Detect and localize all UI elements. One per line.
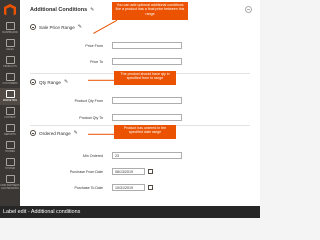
megaphone-icon	[5, 90, 15, 98]
bar-chart-icon	[5, 124, 15, 132]
magento-logo-icon[interactable]	[4, 4, 16, 16]
qty-from-input[interactable]	[112, 97, 182, 104]
user-icon	[5, 73, 15, 81]
gear-icon	[5, 158, 15, 166]
price-to-input[interactable]	[112, 58, 182, 65]
min-ordered-label: Min Ordered	[83, 154, 103, 158]
sidebar-item-customers[interactable]: CUSTOMERS	[0, 71, 20, 88]
dashboard-icon	[5, 22, 15, 30]
min-ordered-input[interactable]: 23	[112, 152, 182, 159]
purchase-to-date-input[interactable]: 10/31/2019	[112, 184, 145, 191]
pencil-icon[interactable]: ✎	[64, 79, 68, 85]
panel-title-text: Additional Conditions	[30, 7, 88, 13]
calendar-icon[interactable]	[148, 185, 153, 190]
sidebar-item-products[interactable]: PRODUCTS	[0, 54, 20, 71]
sidebar-item-reports[interactable]: REPORTS	[0, 122, 20, 139]
sidebar-item-label: PRODUCTS	[3, 65, 17, 68]
tooltip-pointer	[88, 134, 114, 135]
qty-to-input[interactable]	[112, 114, 182, 121]
sale-price-tooltip: You can add optional additional conditio…	[112, 2, 188, 20]
price-to-label: Price To	[90, 60, 103, 64]
qty-from-label: Product Qty From	[74, 99, 103, 103]
box-icon	[5, 56, 15, 64]
sidebar-item-content[interactable]: CONTENT	[0, 105, 20, 122]
sidebar-item-partners[interactable]: FIND PARTNERS & EXTENSIONS	[0, 173, 20, 195]
section-title: Ordered Range	[39, 130, 71, 136]
sidebar-item-label: DASHBOARD	[2, 31, 18, 34]
pencil-icon[interactable]: ✎	[74, 130, 78, 136]
sidebar-item-stores[interactable]: STORES	[0, 139, 20, 156]
sidebar-item-label: REPORTS	[4, 133, 16, 136]
collapse-section-icon[interactable]	[30, 79, 36, 85]
purchase-to-label: Purchase To Date	[74, 186, 103, 190]
sidebar-item-system[interactable]: SYSTEM	[0, 156, 20, 173]
collapse-icon[interactable]	[245, 6, 252, 13]
tooltip-pointer	[93, 20, 118, 34]
section-title: Qty Range	[39, 79, 61, 85]
sidebar-item-label: MARKETING	[2, 99, 18, 102]
price-from-input[interactable]	[112, 42, 182, 49]
caption-bar: Label edit - Additional conditions	[0, 206, 260, 218]
sidebar-item-label: SALES	[6, 48, 14, 51]
collapse-section-icon[interactable]	[30, 24, 36, 30]
store-icon	[5, 141, 15, 149]
admin-sidebar: DASHBOARD SALES PRODUCTS CUSTOMERS MARKE…	[0, 0, 20, 206]
qty-range-header[interactable]: Qty Range ✎	[30, 79, 68, 85]
sidebar-item-marketing[interactable]: MARKETING	[0, 88, 20, 105]
calendar-icon[interactable]	[148, 169, 153, 174]
sidebar-item-label: CONTENT	[4, 116, 16, 119]
sidebar-item-label: FIND PARTNERS & EXTENSIONS	[0, 184, 20, 190]
collapse-section-icon[interactable]	[30, 130, 36, 136]
sale-price-range-header[interactable]: Sale Price Range ✎	[30, 24, 82, 30]
qty-to-label: Product Qty To	[79, 116, 103, 120]
additional-conditions-panel: Additional Conditions ✎ Sale Price Range …	[20, 0, 260, 206]
sidebar-item-dashboard[interactable]: DASHBOARD	[0, 20, 20, 37]
sidebar-item-label: CUSTOMERS	[2, 82, 18, 85]
pencil-icon[interactable]: ✎	[78, 24, 82, 30]
purchase-from-date-input[interactable]: 08/13/2019	[112, 168, 145, 175]
purchase-from-label: Purchase From Date	[69, 170, 103, 174]
pencil-icon[interactable]: ✎	[90, 7, 94, 13]
panel-title: Additional Conditions ✎	[30, 7, 94, 13]
tooltip-pointer	[88, 80, 114, 81]
qty-tooltip: The product should have qty in specified…	[114, 71, 176, 85]
sidebar-item-sales[interactable]: SALES	[0, 37, 20, 54]
dollar-icon	[5, 39, 15, 47]
puzzle-icon	[5, 175, 15, 183]
layout-icon	[5, 107, 15, 115]
section-title: Sale Price Range	[39, 24, 75, 30]
price-from-label: Price From	[85, 44, 103, 48]
sidebar-item-label: STORES	[5, 150, 15, 153]
ordered-range-header[interactable]: Ordered Range ✎	[30, 130, 78, 136]
sidebar-item-label: SYSTEM	[5, 167, 15, 170]
ordered-tooltip: Product has ordered in the specified dat…	[114, 125, 176, 139]
